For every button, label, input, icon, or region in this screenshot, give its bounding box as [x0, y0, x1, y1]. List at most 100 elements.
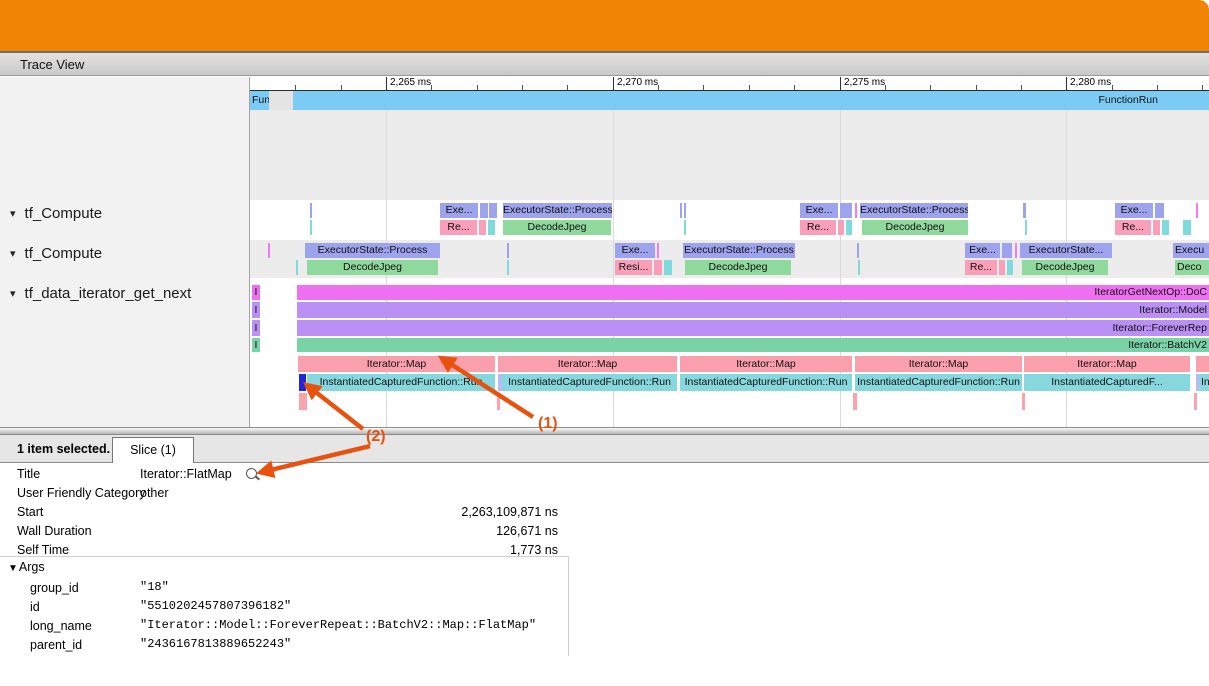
trace-slice[interactable] [999, 260, 1005, 275]
trace-slice[interactable]: I [252, 302, 260, 318]
trace-slice[interactable]: Exe... [965, 243, 1000, 258]
trace-slice[interactable]: Exe... [1115, 203, 1153, 218]
trace-slice[interactable]: Exe... [615, 243, 655, 258]
trace-slice[interactable] [1015, 243, 1017, 258]
trace-slice[interactable] [489, 203, 497, 218]
trace-slice[interactable]: DecodeJpeg [307, 260, 438, 275]
trace-slice[interactable] [654, 260, 662, 275]
trace-slice[interactable] [310, 220, 312, 235]
trace-slice[interactable]: Exe... [440, 203, 478, 218]
trace-slice[interactable]: ExecutorState::Process [683, 243, 795, 258]
trace-slice[interactable] [1023, 203, 1026, 218]
trace-slice[interactable]: Iterator::BatchV2 [297, 338, 1209, 352]
trace-slice[interactable]: Iterator::Map [1024, 356, 1190, 372]
detail-row-value: Iterator::FlatMap [140, 467, 257, 481]
magnifier-icon[interactable] [246, 468, 257, 479]
collapse-triangle-icon[interactable]: ▾ [10, 287, 16, 300]
arg-row: id"5510202457807396182" [0, 598, 600, 617]
sidebar-track-group-2[interactable]: ▾tf_data_iterator_get_next [10, 285, 191, 303]
trace-slice[interactable]: Iterator::Map [855, 356, 1022, 372]
trace-slice[interactable]: I [252, 338, 260, 352]
trace-slice[interactable] [664, 260, 672, 275]
trace-slice[interactable]: Re... [800, 220, 836, 235]
trace-slice[interactable] [657, 243, 659, 258]
panel-splitter[interactable] [0, 427, 1209, 435]
trace-slice[interactable]: FunctionRun [293, 91, 1209, 110]
trace-slice[interactable] [853, 393, 857, 410]
trace-slice[interactable]: Inst [1199, 374, 1209, 391]
trace-slice[interactable] [269, 91, 293, 110]
trace-slice[interactable] [299, 393, 307, 410]
trace-slice[interactable]: InstantiatedCapturedFunction::Run [855, 374, 1022, 391]
trace-slice[interactable]: DecodeJpeg [503, 220, 611, 235]
trace-slice[interactable] [840, 203, 852, 218]
trace-slice[interactable]: Execu [1173, 243, 1209, 258]
trace-slice[interactable]: DecodeJpeg [1022, 260, 1108, 275]
trace-slice[interactable]: ExecutorState::Process [305, 243, 440, 258]
trace-slice[interactable]: ExecutorState::Process [503, 203, 612, 218]
sidebar-track-group-1[interactable]: ▾tf_Compute [10, 245, 102, 263]
trace-slice[interactable]: IteratorGetNextOp::DoC [297, 285, 1209, 300]
trace-slice[interactable] [507, 260, 509, 275]
trace-slice[interactable]: Deco [1175, 260, 1209, 275]
trace-slice[interactable]: Iterator::Map [680, 356, 852, 372]
trace-slice[interactable]: Resi... [615, 260, 652, 275]
trace-slice[interactable] [1002, 243, 1012, 258]
trace-slice[interactable] [1007, 260, 1013, 275]
ruler-minor-tick [477, 85, 478, 90]
trace-slice[interactable] [855, 203, 857, 218]
trace-slice[interactable]: InstantiatedCapturedFunction::Run [502, 374, 677, 391]
args-section-header[interactable]: ▼Args [8, 560, 45, 574]
arg-key: group_id [30, 581, 79, 595]
trace-track-row: I Iterator::BatchV2 [250, 338, 1209, 352]
trace-slice[interactable] [858, 260, 860, 275]
timeline-canvas[interactable]: 2,265 ms2,270 ms2,275 ms2,280 ms FunFunc… [250, 77, 1209, 427]
trace-slice[interactable] [497, 393, 500, 410]
trace-slice[interactable]: InstantiatedCapturedFunction::Run [307, 374, 495, 391]
collapse-triangle-icon[interactable]: ▾ [10, 207, 16, 220]
selected-trace-slice[interactable] [299, 374, 306, 391]
trace-slice[interactable] [268, 243, 270, 258]
trace-slice[interactable] [488, 220, 495, 235]
trace-slice[interactable]: InstantiatedCapturedFunction::Run [680, 374, 852, 391]
trace-slice[interactable]: DecodeJpeg [685, 260, 791, 275]
trace-slice[interactable]: Iterator::Map [298, 356, 495, 372]
trace-slice[interactable] [1022, 393, 1025, 410]
trace-slice[interactable]: Re... [1115, 220, 1151, 235]
trace-slice[interactable] [1196, 356, 1209, 372]
tab-slice[interactable]: Slice (1) [112, 437, 194, 463]
trace-slice[interactable] [296, 260, 298, 275]
trace-slice[interactable] [857, 243, 859, 258]
sidebar-track-group-0[interactable]: ▾tf_Compute [10, 205, 102, 223]
trace-slice[interactable]: Iterator::Map [498, 356, 677, 372]
trace-slice[interactable] [1155, 203, 1164, 218]
trace-slice[interactable] [1162, 220, 1169, 235]
trace-slice[interactable] [1183, 220, 1191, 235]
trace-slice[interactable] [680, 203, 682, 218]
collapse-triangle-icon[interactable]: ▾ [10, 247, 16, 260]
trace-slice[interactable] [479, 220, 486, 235]
trace-slice[interactable] [480, 203, 488, 218]
trace-slice[interactable]: Iterator::Model [297, 302, 1209, 318]
trace-slice[interactable]: I [252, 285, 260, 300]
trace-slice[interactable]: InstantiatedCapturedF... [1024, 374, 1190, 391]
trace-slice[interactable]: Fun [250, 91, 269, 110]
trace-slice[interactable] [838, 220, 844, 235]
trace-slice[interactable] [1196, 203, 1198, 218]
trace-slice[interactable] [684, 220, 686, 235]
trace-slice[interactable] [1153, 220, 1160, 235]
trace-slice[interactable] [846, 220, 852, 235]
trace-slice[interactable]: ExecutorState::Process [860, 203, 968, 218]
trace-slice[interactable]: Exe... [800, 203, 838, 218]
trace-slice[interactable] [507, 243, 509, 258]
trace-slice[interactable]: Iterator::ForeverRep [297, 320, 1209, 336]
trace-slice[interactable]: DecodeJpeg [862, 220, 968, 235]
trace-slice[interactable] [1025, 220, 1027, 235]
trace-slice[interactable]: ExecutorState... [1020, 243, 1112, 258]
trace-slice[interactable]: I [252, 320, 260, 336]
trace-slice[interactable] [684, 203, 686, 218]
trace-slice[interactable] [1194, 393, 1197, 410]
trace-slice[interactable]: Re... [965, 260, 997, 275]
trace-slice[interactable] [310, 203, 312, 218]
trace-slice[interactable]: Re... [440, 220, 477, 235]
